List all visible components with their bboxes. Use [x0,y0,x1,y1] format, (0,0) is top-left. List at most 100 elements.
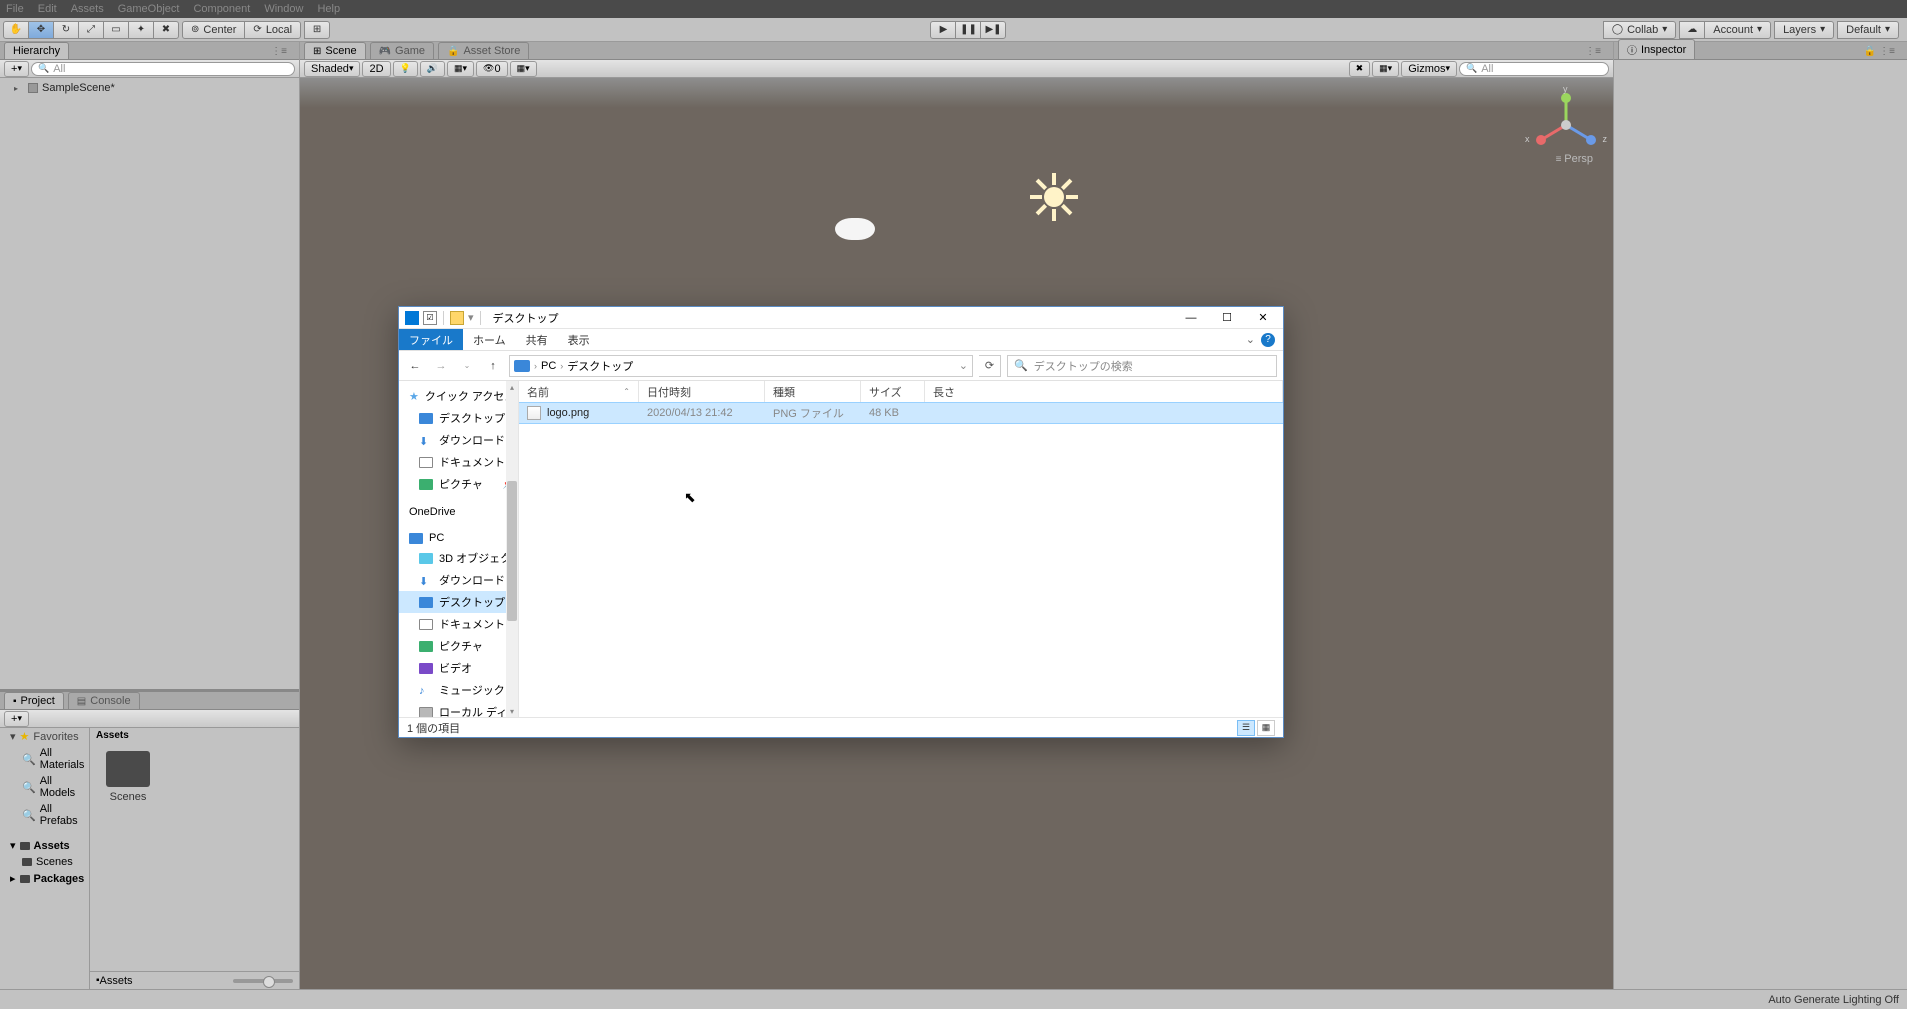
minimize-button[interactable]: — [1173,307,1209,329]
menu-gameobject[interactable]: GameObject [118,3,180,15]
gizmos-dropdown[interactable]: Gizmos ▾ [1401,61,1457,77]
nav-up[interactable]: ↑ [483,356,503,376]
nav-forward[interactable]: → [431,356,451,376]
titlebar[interactable]: ☑ ▾ デスクトップ — ☐ ✕ [399,307,1283,329]
tree-onedrive[interactable]: ☁OneDrive [399,503,518,521]
camera-toggle[interactable]: ✖ [1349,61,1371,77]
project-tab[interactable]: ▪ Project [4,692,64,709]
scene-search[interactable]: 🔍 All [1459,62,1609,76]
explorer-search[interactable]: 🔍 デスクトップの検索 [1007,355,1277,377]
packages-folder[interactable]: ▸Packages [0,870,89,887]
account-dropdown[interactable]: Account ▾ [1704,21,1771,39]
refresh-button[interactable]: ⟳ [979,355,1001,377]
lighting-toggle[interactable]: 💡 [393,61,418,77]
move-tool[interactable]: ✥ [28,21,54,39]
panel-menu-icon[interactable]: 🔒 ⋮≡ [1856,44,1903,59]
hierarchy-tab[interactable]: Hierarchy [4,42,69,59]
tree-desktop-q[interactable]: デスクトップ📌 [399,407,518,429]
favorites-header[interactable]: ▾★Favorites [0,728,89,745]
tree-pc[interactable]: PC [399,529,518,547]
hierarchy-tree[interactable]: SampleScene* [0,78,299,689]
hand-tool[interactable]: ✋ [3,21,29,39]
scroll-up-icon[interactable]: ▴ [506,381,518,393]
rotate-tool[interactable]: ↻ [53,21,79,39]
help-icon[interactable]: ? [1261,333,1275,347]
nav-back[interactable]: ← [405,356,425,376]
ribbon-home[interactable]: ホーム [463,329,516,350]
camera-gizmo[interactable] [835,218,875,240]
scene-tab[interactable]: ⊞ Scene [304,42,366,59]
hierarchy-create[interactable]: +▾ [4,61,29,77]
custom-tool[interactable]: ✖ [153,21,179,39]
menu-help[interactable]: Help [317,3,340,15]
file-row-logo[interactable]: logo.png 2020/04/13 21:42 PNG ファイル 48 KB [519,403,1283,423]
menu-component[interactable]: Component [193,3,250,15]
step-button[interactable]: ▶❚ [980,21,1006,39]
col-name[interactable]: 名前⌃ [519,381,639,402]
ribbon-share[interactable]: 共有 [516,329,558,350]
play-button[interactable]: ▶ [930,21,956,39]
ribbon-view[interactable]: 表示 [558,329,600,350]
console-tab[interactable]: ▤ Console [68,692,140,709]
col-type[interactable]: 種類 [765,381,861,402]
nav-tree[interactable]: ▴ ▾ ★クイック アクセス デスクトップ📌 ⬇ダウンロード📌 ドキュメント📌 … [399,381,519,717]
tree-pictures[interactable]: ピクチャ [399,635,518,657]
scroll-down-icon[interactable]: ▾ [506,705,518,717]
menu-assets[interactable]: Assets [71,3,104,15]
grid-toggle[interactable]: ▦▾ [510,61,537,77]
fav-prefabs[interactable]: 🔍All Prefabs [0,801,89,829]
scene-root[interactable]: SampleScene* [0,80,299,96]
file-rows[interactable]: logo.png 2020/04/13 21:42 PNG ファイル 48 KB [519,403,1283,717]
tool-settings[interactable]: ▦▾ [1372,61,1399,77]
col-length[interactable]: 長さ [925,381,1283,402]
project-tree[interactable]: ▾★Favorites 🔍All Materials 🔍All Models 🔍… [0,728,90,989]
ribbon-expand-icon[interactable]: ⌄ [1246,333,1255,346]
panel-menu-icon[interactable]: ⋮≡ [1577,44,1609,59]
project-breadcrumb[interactable]: Assets [100,975,133,987]
nav-recent[interactable]: ⌄ [457,356,477,376]
maximize-button[interactable]: ☐ [1209,307,1245,329]
orientation-gizmo[interactable]: x y z [1531,90,1601,160]
tree-downloads[interactable]: ⬇ダウンロード [399,569,518,591]
2d-toggle[interactable]: 2D [362,61,390,77]
game-tab[interactable]: 🎮 Game [370,42,434,59]
qat-properties-icon[interactable]: ☑ [423,311,437,325]
fav-materials[interactable]: 🔍All Materials [0,745,89,773]
rect-tool[interactable]: ▭ [103,21,129,39]
scroll-thumb[interactable] [507,481,517,621]
view-large-icon[interactable]: ▦ [1257,720,1275,736]
tree-localdisk[interactable]: ローカル ディスク (C:) [399,701,518,717]
asset-store-tab[interactable]: 🔒 Asset Store [438,42,529,59]
pause-button[interactable]: ❚❚ [955,21,981,39]
unified-tool[interactable]: ✦ [128,21,154,39]
menubar[interactable]: File Edit Assets GameObject Component Wi… [0,0,1907,18]
menu-edit[interactable]: Edit [38,3,57,15]
menu-window[interactable]: Window [264,3,303,15]
pivot-center[interactable]: ⊚ Center [182,21,245,39]
inspector-tab[interactable]: ⓘ Inspector [1618,39,1695,59]
tree-videos[interactable]: ビデオ [399,657,518,679]
crumb-desktop[interactable]: デスクトップ [567,358,633,374]
tree-downloads-q[interactable]: ⬇ダウンロード📌 [399,429,518,451]
col-size[interactable]: サイズ [861,381,925,402]
projection-label[interactable]: ≡ Persp [1556,153,1593,165]
view-details-icon[interactable]: ☰ [1237,720,1255,736]
col-date[interactable]: 日付時刻 [639,381,765,402]
hierarchy-search[interactable]: 🔍 All [31,62,295,76]
tree-scrollbar[interactable]: ▴ ▾ [506,381,518,717]
hidden-count[interactable]: 👁 0 [476,61,508,77]
project-content[interactable]: Scenes [90,743,299,971]
cloud-button[interactable]: ☁ [1679,21,1705,39]
snap-toggle[interactable]: ⊞ [304,21,330,39]
folder-scenes[interactable]: Scenes [98,751,158,803]
icon-size-slider[interactable] [233,979,293,983]
panel-menu-icon[interactable]: ⋮≡ [263,44,295,59]
tree-desktop[interactable]: デスクトップ [399,591,518,613]
scale-tool[interactable]: ⤢ [78,21,104,39]
ribbon-file[interactable]: ファイル [399,329,463,350]
audio-toggle[interactable]: 🔊 [420,61,445,77]
address-dropdown-icon[interactable]: ⌄ [959,359,968,372]
collab-dropdown[interactable]: ◯ Collab ▾ [1603,21,1676,39]
tree-music[interactable]: ♪ミュージック [399,679,518,701]
tree-quick-access[interactable]: ★クイック アクセス [399,385,518,407]
